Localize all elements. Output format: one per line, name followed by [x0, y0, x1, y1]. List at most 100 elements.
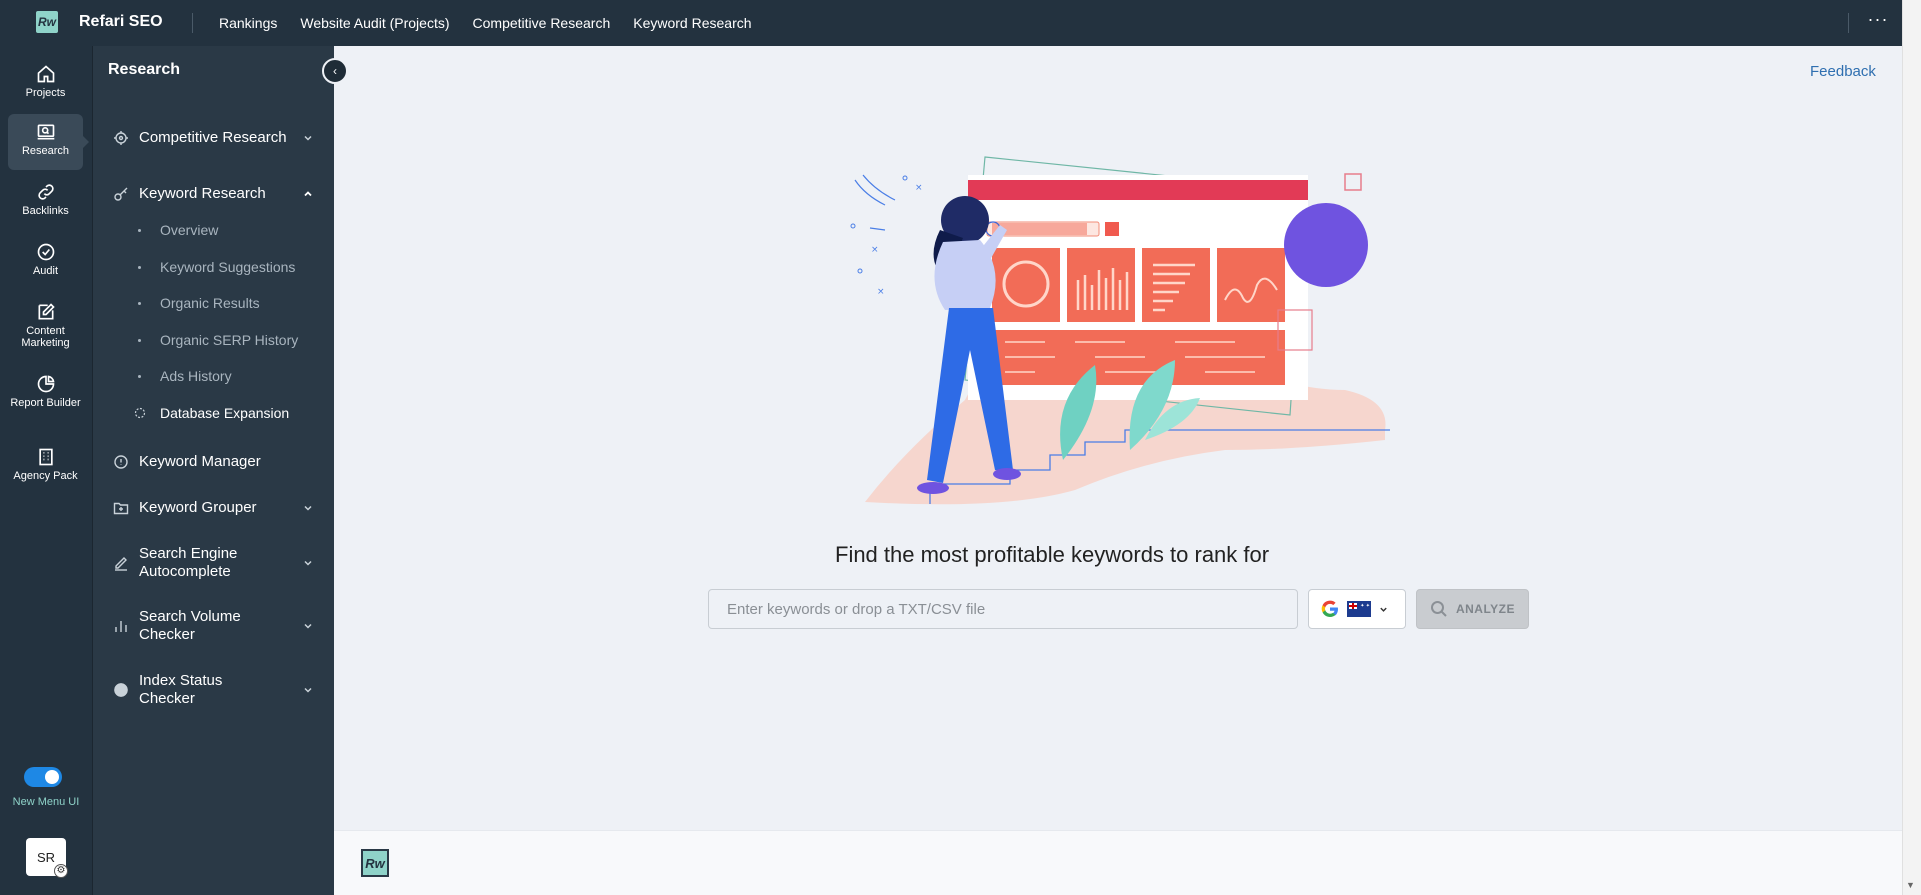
sidebar-item-label: Search Engine Autocomplete [139, 545, 238, 580]
rail-item-label: Agency Pack [13, 470, 78, 482]
sidebar-subitem-label: Organic Results [160, 295, 260, 311]
rail-item-backlinks[interactable]: Backlinks [8, 174, 83, 230]
rail-item-label: Content Marketing [21, 325, 70, 349]
rail-item-audit[interactable]: Audit [8, 234, 83, 290]
sidebar-subitem-label: Organic SERP History [160, 332, 299, 348]
google-icon [1321, 600, 1338, 617]
sidebar-item-competitive-research[interactable]: Competitive Research [93, 120, 335, 156]
sidebar-item-label: Keyword Grouper [139, 499, 257, 516]
settings-gear-icon[interactable]: ⚙ [54, 864, 68, 878]
svg-text:×: × [871, 245, 879, 255]
rail-item-report-builder[interactable]: Report Builder [8, 366, 83, 436]
sidebar-item-search-engine-autocomplete[interactable]: Search Engine Autocomplete [93, 545, 335, 581]
folder-plus-icon [113, 502, 129, 515]
pie-chart-icon [37, 375, 54, 393]
topnav-competitive-research[interactable]: Competitive Research [473, 15, 611, 31]
chevron-up-icon[interactable] [303, 189, 313, 199]
rail-item-research[interactable]: Research [8, 114, 83, 170]
sidebar-item-keyword-grouper[interactable]: Keyword Grouper [93, 498, 335, 518]
rail-item-projects[interactable]: Projects [8, 56, 83, 112]
sidebar-subitem-database-expansion[interactable]: Database Expansion [93, 405, 335, 425]
rail-item-label: Projects [25, 87, 66, 99]
key-icon [114, 187, 128, 201]
active-indicator [83, 136, 89, 148]
building-icon [38, 448, 53, 466]
topnav-keyword-research[interactable]: Keyword Research [633, 15, 751, 31]
sidebar-item-label: Search Volume Checker [139, 608, 241, 643]
rail-item-agency-pack[interactable]: Agency Pack [8, 439, 83, 509]
top-bar: Rw Refari SEO Rankings Website Audit (Pr… [0, 0, 1902, 46]
sidebar-subitem-label: Database Expansion [160, 405, 290, 421]
rail-item-content-marketing[interactable]: Content Marketing [8, 294, 83, 364]
chevron-down-icon[interactable] [303, 685, 313, 695]
topnav-website-audit[interactable]: Website Audit (Projects) [300, 15, 449, 31]
australia-flag-icon [1347, 601, 1371, 617]
sidebar-subitem-organic-results[interactable]: Organic Results [93, 295, 335, 315]
svg-text:×: × [915, 183, 923, 193]
divider [192, 13, 193, 33]
keyword-research-illustration: × × × [850, 156, 1390, 505]
sidebar-item-label: Competitive Research [139, 129, 287, 146]
scroll-down-arrow-icon[interactable]: ▼ [1906, 880, 1915, 890]
chevron-down-icon[interactable] [303, 503, 313, 513]
chevron-down-icon[interactable] [303, 621, 313, 631]
footer: Rw [334, 830, 1902, 895]
sidebar-subitem-overview[interactable]: Overview [93, 222, 335, 242]
rail-item-label: Audit [32, 265, 59, 277]
pencil-icon [115, 557, 127, 571]
rail-item-label: Research [21, 145, 70, 157]
keyword-search-input[interactable] [708, 589, 1298, 629]
sidebar-subitem-label: Ads History [160, 368, 232, 384]
info-circle-icon [114, 455, 128, 469]
research-sidebar: Research Competitive Research Keyword Re… [92, 46, 334, 895]
sidebar-subitem-label: Keyword Suggestions [160, 259, 296, 275]
bullet [138, 375, 141, 378]
feedback-link[interactable]: Feedback [1810, 63, 1876, 80]
sidebar-collapse-button[interactable]: ‹ [322, 58, 348, 84]
page-headline: Find the most profitable keywords to ran… [835, 542, 1270, 567]
search-engine-select[interactable] [1308, 589, 1406, 629]
sidebar-title: Research [108, 61, 181, 78]
search-icon [1430, 601, 1447, 617]
sidebar-item-label: Keyword Manager [139, 453, 261, 470]
bullet [138, 229, 141, 232]
footer-logo[interactable]: Rw [361, 849, 389, 877]
sidebar-subitem-keyword-suggestions[interactable]: Keyword Suggestions [93, 259, 335, 279]
sidebar-item-label: Index Status Checker [139, 672, 223, 707]
target-icon [114, 131, 128, 145]
sidebar-item-label: Keyword Research [139, 185, 266, 202]
sidebar-subitem-organic-serp-history[interactable]: Organic SERP History [93, 332, 335, 352]
bar-chart-icon [115, 621, 127, 632]
toggle-label: New Menu UI [12, 796, 80, 808]
research-icon [37, 124, 54, 140]
svg-text:×: × [877, 287, 885, 297]
rail-item-label: Report Builder [10, 397, 81, 409]
chevron-down-icon[interactable] [303, 133, 313, 143]
home-icon [37, 65, 54, 83]
topnav-rankings[interactable]: Rankings [219, 15, 277, 31]
chevron-down-icon[interactable] [303, 558, 313, 568]
analyze-button[interactable]: ANALYZE [1416, 589, 1529, 629]
rail-item-label: Backlinks [22, 205, 69, 217]
sidebar-item-search-volume-checker[interactable]: Search Volume Checker [93, 608, 335, 644]
sidebar-item-index-status-checker[interactable]: Index Status Checker [93, 672, 335, 708]
check-circle-icon [37, 243, 54, 261]
edit-icon [38, 303, 55, 320]
bullet [138, 302, 141, 305]
sidebar-subitem-ads-history[interactable]: Ads History [93, 368, 335, 388]
sidebar-item-keyword-research[interactable]: Keyword Research [93, 184, 335, 204]
link-icon [37, 184, 54, 200]
chevron-down-icon [1380, 607, 1387, 612]
top-nav: Rankings Website Audit (Projects) Compet… [219, 0, 752, 46]
more-dots-icon[interactable]: ··· [1866, 10, 1890, 34]
bullet [138, 339, 141, 342]
analyze-label: ANALYZE [1455, 602, 1516, 616]
app-logo[interactable]: Rw [36, 11, 58, 33]
sidebar-item-keyword-manager[interactable]: Keyword Manager [93, 452, 335, 472]
brand-name[interactable]: Refari SEO [79, 13, 163, 31]
scrollbar[interactable] [1902, 0, 1921, 895]
index-icon [114, 683, 128, 697]
sidebar-subitem-label: Overview [160, 222, 219, 238]
bullet [138, 266, 141, 269]
new-menu-ui-toggle[interactable] [24, 767, 62, 787]
